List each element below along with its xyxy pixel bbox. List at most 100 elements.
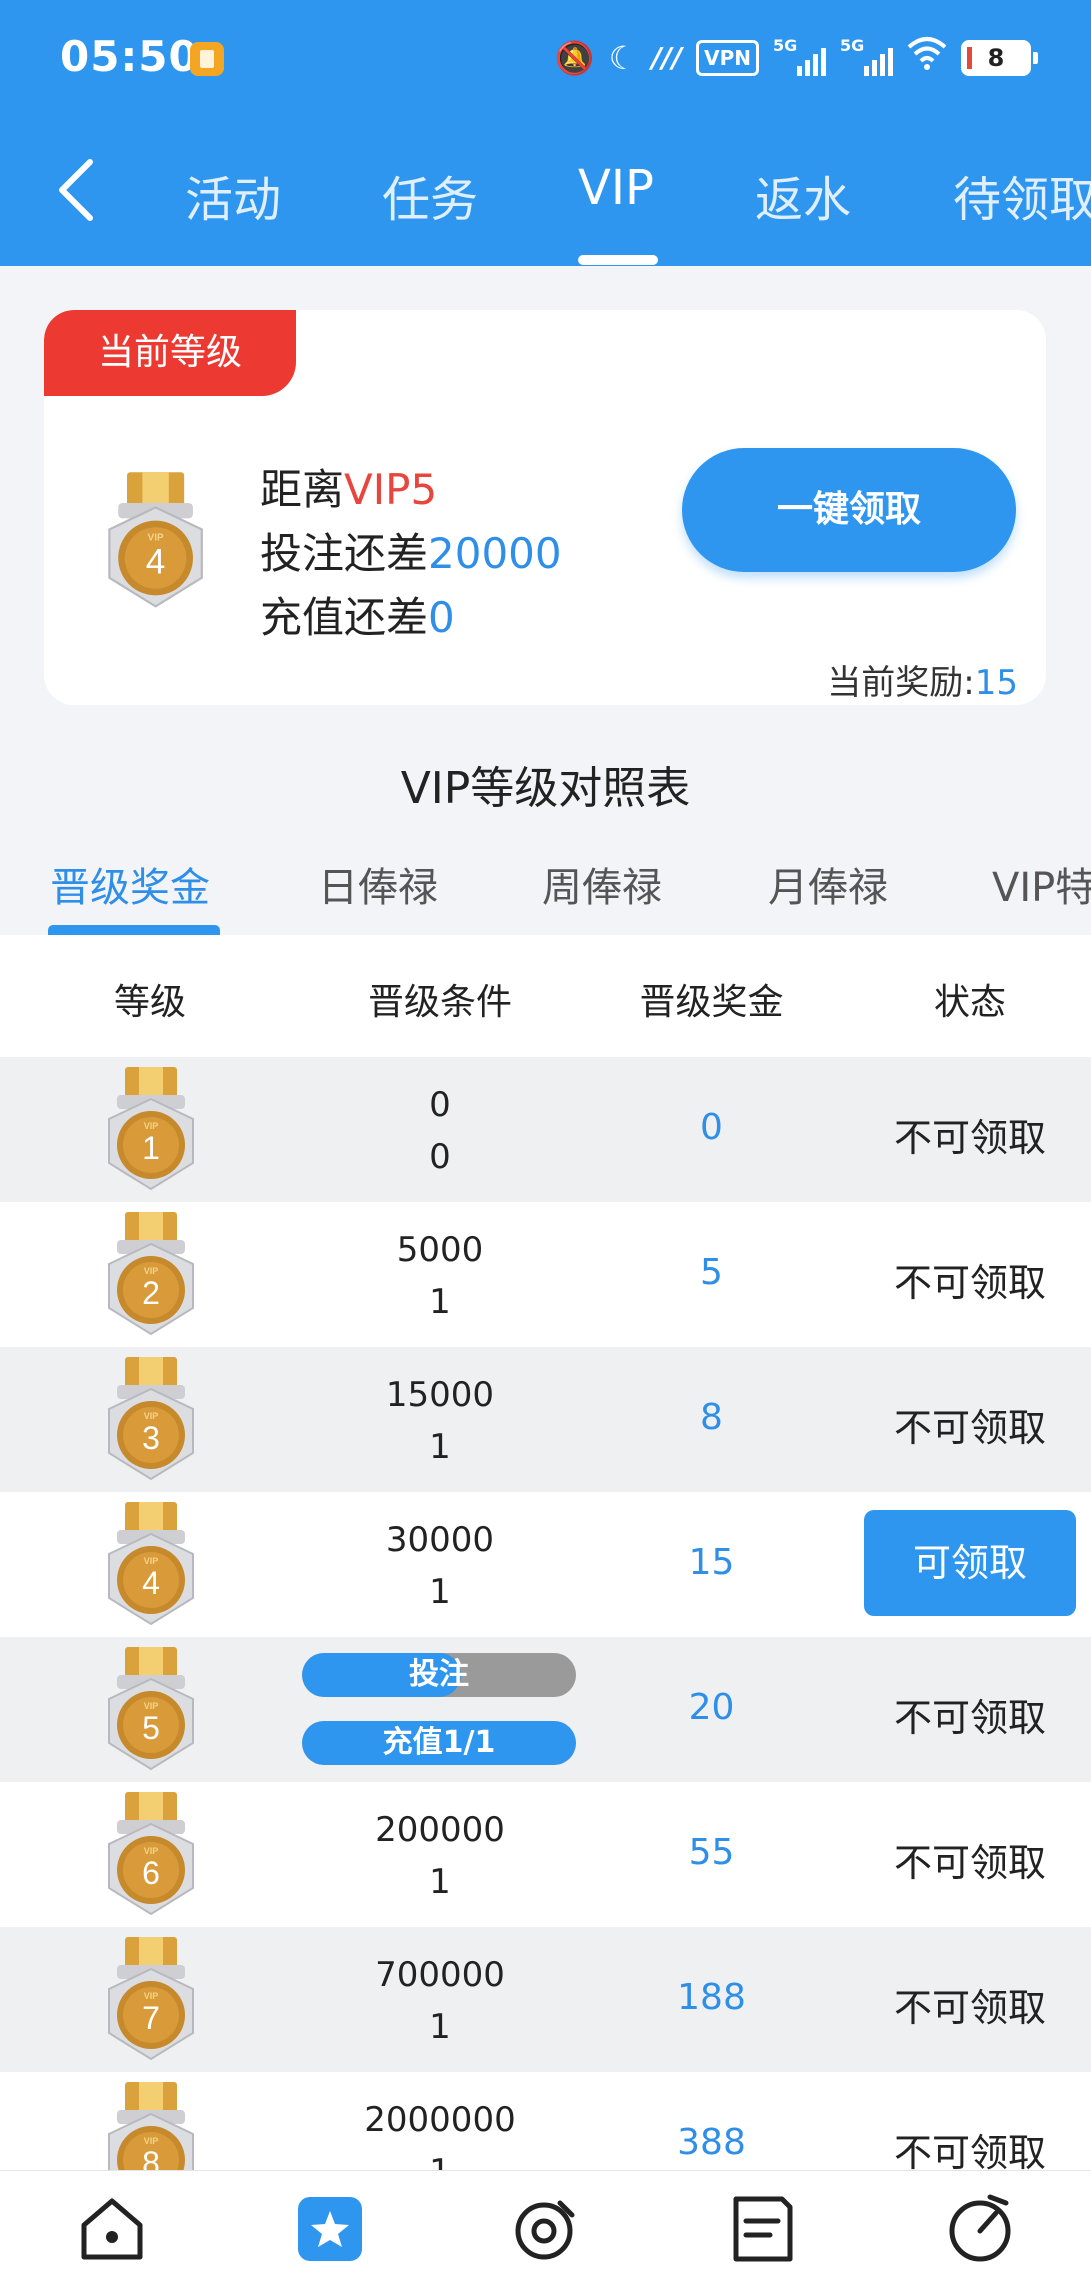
- vip-level-number: 7: [142, 2000, 160, 2036]
- bet-requirement: 2000000: [364, 2100, 516, 2140]
- sub-tab-active-indicator: [48, 925, 220, 935]
- signal-5g-icon-2: 5G: [840, 36, 893, 76]
- reward-type-tabs: 晋级奖金 日俸禄 周俸禄 月俸禄 VIP特: [0, 845, 1091, 935]
- promotion-condition: 15000 1: [290, 1369, 590, 1473]
- promotion-condition: 0 0: [290, 1079, 590, 1183]
- status-text: 不可领取: [893, 2131, 1046, 2170]
- vip-medal-icon: VIP 6: [95, 1790, 207, 1924]
- bet-requirement: 30000: [385, 1520, 495, 1560]
- home-icon: [81, 2198, 143, 2260]
- deposit-requirement: 1: [429, 1572, 451, 1612]
- vip-level-number: 6: [142, 1855, 160, 1891]
- tab-pending[interactable]: 待领取: [953, 160, 1091, 230]
- vip-level-number: 1: [142, 1130, 160, 1166]
- tab-monthly-salary[interactable]: 月俸禄: [768, 855, 888, 913]
- network-type-label: 5G: [773, 36, 798, 55]
- vip-medal-icon: VIP 4: [95, 1500, 207, 1634]
- promotion-condition: 700000 1: [290, 1949, 590, 2053]
- vpn-icon: VPN: [696, 40, 759, 76]
- current-reward: 当前奖励:15: [827, 655, 1018, 704]
- table-row: VIP 1 0 0 0 不可领取: [0, 1057, 1091, 1202]
- vip-table-title: VIP等级对照表: [400, 763, 691, 814]
- deposit-requirement: 0: [429, 1137, 451, 1177]
- bet-requirement: 200000: [375, 1810, 505, 1850]
- network-type-label-2: 5G: [840, 36, 865, 55]
- claim-button[interactable]: 可领取: [864, 1510, 1076, 1616]
- deposit-remaining-value: 0: [428, 593, 455, 642]
- tab-activity[interactable]: 活动: [185, 160, 281, 230]
- tab-vip[interactable]: VIP: [578, 160, 654, 216]
- nav-game[interactable]: [506, 2189, 586, 2269]
- status-text: 不可领取: [893, 1841, 1046, 1885]
- table-row: VIP 4 30000 1 15 可领取: [0, 1492, 1091, 1637]
- status-time: 05:50: [60, 32, 199, 81]
- vip-star-icon: [298, 2197, 362, 2261]
- bet-remaining-value: 20000: [428, 529, 562, 578]
- tab-daily-salary[interactable]: 日俸禄: [318, 855, 438, 913]
- status-text: 不可领取: [893, 1261, 1046, 1305]
- next-level-prefix: 距离: [260, 465, 345, 514]
- promotion-bonus: 388: [677, 2122, 746, 2163]
- table-row: VIP 5 投注 充值1/1 20 不可领取: [0, 1637, 1091, 1782]
- promotion-bonus: 5: [700, 1252, 723, 1293]
- signal-5g-icon: 5G: [773, 36, 826, 76]
- promotion-bonus: 55: [688, 1832, 735, 1873]
- vip-level-number: 3: [142, 1420, 160, 1456]
- vip-medal-icon: VIP 1: [95, 1065, 207, 1199]
- bet-requirement: 0: [429, 1085, 451, 1125]
- nav-records[interactable]: [722, 2189, 802, 2269]
- promotion-condition: 200000 1: [290, 1804, 590, 1908]
- bet-requirement: 5000: [396, 1230, 484, 1270]
- tab-rebate[interactable]: 返水: [755, 160, 851, 230]
- deposit-remaining-prefix: 充值还差: [260, 593, 429, 642]
- promotion-bonus: 188: [677, 1977, 746, 2018]
- top-nav: 活动 任务 VIP 返水 待领取: [0, 130, 1091, 266]
- nav-vip[interactable]: [290, 2189, 370, 2269]
- vip-level-table: 等级 晋级条件 晋级奖金 状态 VIP 1 0 0 0 不可领取 VIP 2 500…: [0, 935, 1091, 2170]
- status-text: 不可领取: [893, 1696, 1046, 1740]
- status-bar: 05:50 🔕 ☾ /// VPN 5G 5G 8: [0, 0, 1091, 118]
- deposit-requirement: 1: [429, 1427, 451, 1467]
- back-button[interactable]: [48, 150, 108, 230]
- promotion-condition: 2000000 1: [290, 2094, 590, 2170]
- tab-promotion-bonus[interactable]: 晋级奖金: [50, 855, 210, 913]
- vip-medal-icon: VIP 2: [95, 1210, 207, 1344]
- header-bonus: 晋级奖金: [639, 982, 784, 1023]
- next-level-value: VIP5: [344, 465, 438, 514]
- status-text: 不可领取: [893, 1406, 1046, 1450]
- tab-tasks[interactable]: 任务: [382, 160, 478, 230]
- vip-level-number: 2: [142, 1275, 160, 1311]
- deposit-requirement: 1: [290, 2146, 590, 2170]
- vip-medal-icon: VIP 8: [95, 2080, 207, 2170]
- level-progress-info: 距离VIP5 投注还差20000 充值还差0: [260, 458, 562, 650]
- table-row: VIP 7 700000 1 188 不可领取: [0, 1927, 1091, 2072]
- records-icon: [733, 2196, 793, 2262]
- deposit-requirement: 1: [429, 1862, 451, 1902]
- header: 05:50 🔕 ☾ /// VPN 5G 5G 8 活动 任务 VIP 返水 待…: [0, 0, 1091, 266]
- promotion-bonus: 15: [688, 1542, 735, 1583]
- nav-profile[interactable]: [940, 2189, 1020, 2269]
- network-speed-icon: ///: [651, 41, 683, 74]
- mute-bell-icon: 🔕: [554, 39, 595, 77]
- tab-weekly-salary[interactable]: 周俸禄: [542, 855, 662, 913]
- current-reward-value: 15: [974, 663, 1018, 703]
- table-row: VIP 2 5000 1 5 不可领取: [0, 1202, 1091, 1347]
- table-row: VIP 3 15000 1 8 不可领取: [0, 1347, 1091, 1492]
- vip-level-number: 5: [142, 1710, 160, 1746]
- promotion-condition: 5000 1: [290, 1224, 590, 1328]
- header-condition: 晋级条件: [367, 982, 512, 1023]
- current-level-tag: 当前等级: [44, 310, 296, 396]
- nav-home[interactable]: [72, 2189, 152, 2269]
- deposit-progress-label: 充值1/1: [382, 1725, 496, 1760]
- claim-all-button[interactable]: 一键领取: [682, 448, 1016, 572]
- status-text: 不可领取: [893, 1986, 1046, 2030]
- chevron-left-icon: [59, 159, 93, 221]
- app-notification-icon: [190, 42, 224, 76]
- current-level-card: 当前等级 VIP 4 距离VIP5 投注还差20000 充值还差0 一键领取 当前…: [44, 310, 1046, 705]
- bet-progress-bar: 投注: [302, 1653, 576, 1697]
- vip-medal-icon: VIP 4: [94, 470, 217, 617]
- header-status: 状态: [933, 982, 1006, 1023]
- header-level: 等级: [113, 982, 186, 1023]
- table-row: VIP 6 200000 1 55 不可领取: [0, 1782, 1091, 1927]
- tab-vip-privileges[interactable]: VIP特: [992, 855, 1091, 913]
